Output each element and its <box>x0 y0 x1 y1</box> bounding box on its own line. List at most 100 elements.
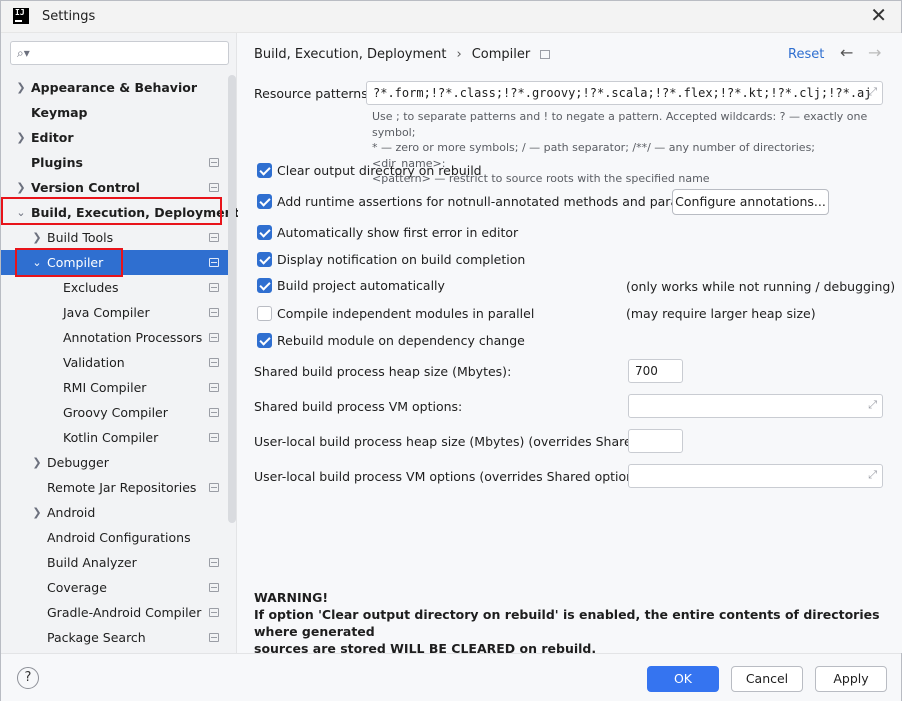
sidebar-item-android-configurations[interactable]: Android Configurations <box>1 525 229 550</box>
close-icon[interactable]: ✕ <box>870 5 887 25</box>
cancel-button[interactable]: Cancel <box>731 666 803 692</box>
sidebar-item-build-tools[interactable]: ❯ Build Tools <box>1 225 229 250</box>
sidebar-item-kotlin-compiler[interactable]: Kotlin Compiler <box>1 425 229 450</box>
resource-patterns-label: Resource patterns: <box>254 86 372 101</box>
sidebar-item-label: Android Configurations <box>47 530 191 545</box>
resource-patterns-input[interactable]: ?*.form;!?*.class;!?*.groovy;!?*.scala;!… <box>366 81 883 105</box>
breadcrumb-parent[interactable]: Build, Execution, Deployment <box>254 47 446 62</box>
sidebar-scrollbar[interactable] <box>228 75 236 523</box>
ok-button[interactable]: OK <box>647 666 719 692</box>
sidebar-item-label: Version Control <box>31 180 140 195</box>
checkbox-unchecked[interactable] <box>257 306 272 321</box>
app-logo-icon: IJ <box>13 8 29 24</box>
checkbox-checked[interactable] <box>257 252 272 267</box>
warning-message: WARNING! If option 'Clear output directo… <box>254 589 894 657</box>
checkbox-checked[interactable] <box>257 163 272 178</box>
chevron-right-icon: › <box>456 47 462 62</box>
sidebar-item-label: Java Compiler <box>63 305 150 320</box>
settings-scope-icon <box>209 433 219 442</box>
vm-options-input[interactable]: ⤢ <box>628 394 883 418</box>
sidebar-item-compiler[interactable]: ⌄ Compiler <box>1 250 229 275</box>
sidebar-item-rmi-compiler[interactable]: RMI Compiler <box>1 375 229 400</box>
help-icon[interactable]: ? <box>17 667 39 689</box>
sidebar-item-annotation-processors[interactable]: Annotation Processors <box>1 325 229 350</box>
configure-annotations-button[interactable]: Configure annotations... <box>672 189 829 215</box>
sidebar-item-label: Annotation Processors <box>63 330 203 345</box>
sidebar-item-keymap[interactable]: Keymap <box>1 100 229 125</box>
sidebar-item-plugins[interactable]: Plugins <box>1 150 229 175</box>
sidebar-item-java-compiler[interactable]: Java Compiler <box>1 300 229 325</box>
sidebar-item-version-control[interactable]: ❯ Version Control <box>1 175 229 200</box>
sidebar-item-label: Remote Jar Repositories <box>47 480 197 495</box>
heap-size-input[interactable]: 700 <box>628 359 683 383</box>
chevron-right-icon[interactable]: ❯ <box>30 450 44 475</box>
build-automatically-note: (only works while not running / debuggin… <box>626 279 896 294</box>
expand-icon[interactable]: ⤢ <box>868 398 877 412</box>
search-input[interactable]: ⌕▾ <box>10 41 229 65</box>
settings-scope-icon <box>209 308 219 317</box>
sidebar-item-validation[interactable]: Validation <box>1 350 229 375</box>
hint-line: Use ; to separate patterns and ! to nega… <box>372 110 868 139</box>
checkbox-label: Rebuild module on dependency change <box>277 333 525 348</box>
sidebar-item-label: Excludes <box>63 280 119 295</box>
sidebar-item-coverage[interactable]: Coverage <box>1 575 229 600</box>
back-arrow-icon[interactable]: ← <box>840 43 853 62</box>
chevron-right-icon[interactable]: ❯ <box>30 500 44 525</box>
local-heap-label: User-local build process heap size (Mbyt… <box>254 434 677 449</box>
sidebar-item-appearance-behavior[interactable]: ❯ Appearance & Behavior <box>1 75 229 100</box>
warning-title: WARNING! <box>254 590 329 605</box>
sidebar-item-label: Plugins <box>31 155 83 170</box>
sidebar-item-remote-jar-repositories[interactable]: Remote Jar Repositories <box>1 475 229 500</box>
apply-button[interactable]: Apply <box>815 666 887 692</box>
settings-scope-icon <box>209 283 219 292</box>
chevron-right-icon[interactable]: ❯ <box>30 225 44 250</box>
title-bar: IJ Settings ✕ <box>1 1 901 33</box>
checkbox-checked[interactable] <box>257 278 272 293</box>
local-vm-input[interactable]: ⤢ <box>628 464 883 488</box>
settings-scope-icon <box>540 50 551 59</box>
breadcrumb: Build, Execution, Deployment › Compiler <box>254 47 551 62</box>
expand-icon[interactable]: ⤢ <box>868 85 877 99</box>
settings-scope-icon <box>209 333 219 342</box>
checkbox-label: Display notification on build completion <box>277 252 526 267</box>
sidebar-item-label: Package Search <box>47 630 146 645</box>
sidebar-item-label: Groovy Compiler <box>63 405 168 420</box>
chevron-down-icon[interactable]: ⌄ <box>30 250 44 275</box>
compile-parallel-note: (may require larger heap size) <box>626 306 816 321</box>
sidebar-item-groovy-compiler[interactable]: Groovy Compiler <box>1 400 229 425</box>
local-vm-label: User-local build process VM options (ove… <box>254 469 650 484</box>
settings-scope-icon <box>209 233 219 242</box>
sidebar-item-build-execution-deployment[interactable]: ⌄ Build, Execution, Deployment <box>1 200 239 225</box>
sidebar-item-editor[interactable]: ❯ Editor <box>1 125 229 150</box>
sidebar-item-label: RMI Compiler <box>63 380 147 395</box>
settings-scope-icon <box>209 383 219 392</box>
checkbox-checked[interactable] <box>257 333 272 348</box>
heap-size-value: 700 <box>635 364 658 378</box>
reset-link[interactable]: Reset <box>788 47 824 62</box>
window-title: Settings <box>42 9 96 24</box>
checkbox-checked[interactable] <box>257 225 272 240</box>
sidebar-item-android[interactable]: ❯ Android <box>1 500 229 525</box>
sidebar-item-package-search[interactable]: Package Search <box>1 625 229 650</box>
checkbox-label: Build project automatically <box>277 278 445 293</box>
resource-patterns-value: ?*.form;!?*.class;!?*.groovy;!?*.scala;!… <box>373 86 872 100</box>
chevron-right-icon[interactable]: ❯ <box>14 75 28 100</box>
sidebar-item-label: Kotlin Compiler <box>63 430 159 445</box>
sidebar-item-label: Compiler <box>47 255 104 270</box>
vm-options-label: Shared build process VM options: <box>254 399 463 414</box>
chevron-down-icon[interactable]: ⌄ <box>14 200 28 225</box>
sidebar-item-label: Gradle-Android Compiler <box>47 605 202 620</box>
chevron-right-icon[interactable]: ❯ <box>14 125 28 150</box>
sidebar-item-label: Build, Execution, Deployment <box>31 205 240 220</box>
checkbox-checked[interactable] <box>257 194 272 209</box>
local-heap-input[interactable] <box>628 429 683 453</box>
sidebar: ⌕▾ ❯ Appearance & Behavior Keymap ❯ Edit… <box>1 33 239 653</box>
settings-scope-icon <box>209 633 219 642</box>
chevron-right-icon[interactable]: ❯ <box>14 175 28 200</box>
sidebar-item-label: Appearance & Behavior <box>31 80 197 95</box>
expand-icon[interactable]: ⤢ <box>868 468 877 482</box>
sidebar-item-gradle-android-compiler[interactable]: Gradle-Android Compiler <box>1 600 229 625</box>
sidebar-item-debugger[interactable]: ❯ Debugger <box>1 450 229 475</box>
sidebar-item-build-analyzer[interactable]: Build Analyzer <box>1 550 229 575</box>
sidebar-item-excludes[interactable]: Excludes <box>1 275 229 300</box>
